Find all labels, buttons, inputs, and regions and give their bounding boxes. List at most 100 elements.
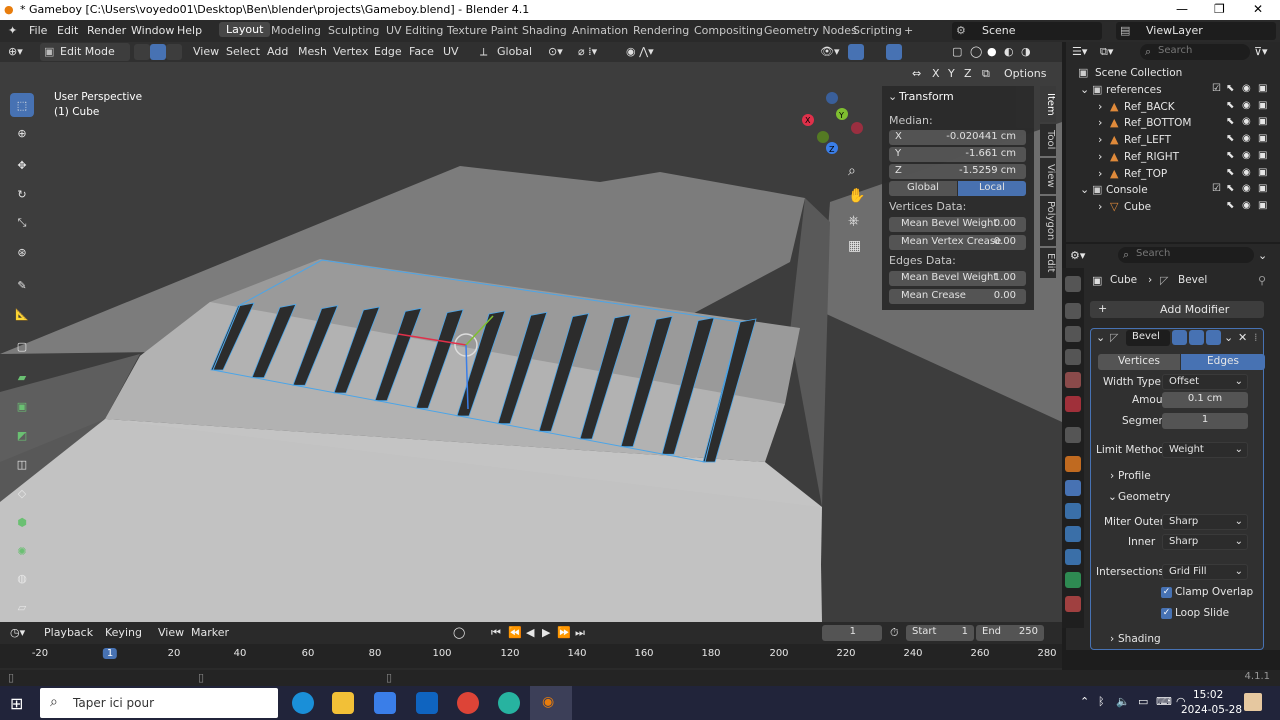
transform-panel-title[interactable]: Transform (899, 90, 954, 103)
add-cube-tool-icon[interactable]: ▢ (10, 334, 34, 358)
miter-outer-select[interactable]: Sharp ⌄ (1162, 514, 1248, 530)
select-arrow-icon[interactable]: ⬉ (1226, 200, 1234, 211)
menu-window[interactable]: Window (131, 24, 174, 37)
jump-end-icon[interactable]: ⏭ (575, 626, 585, 640)
scene-selector[interactable]: ⚙ Scene (952, 22, 1102, 40)
edge-dev-icon[interactable] (498, 692, 520, 714)
expand-chevron-icon[interactable]: › (1098, 100, 1102, 113)
menu-timeline-view[interactable]: View (158, 626, 184, 639)
knife-tool-icon[interactable]: ◇ (10, 481, 34, 505)
modifier-tab-icon[interactable] (1065, 480, 1081, 496)
spin-tool-icon[interactable]: ✺ (10, 539, 34, 563)
tab-geometry-nodes[interactable]: Geometry Nodes (764, 24, 857, 37)
orientation-selector[interactable]: Global (497, 45, 532, 58)
tab-texture-paint[interactable]: Texture Paint (447, 24, 518, 37)
eye-icon[interactable]: ◉ (1242, 200, 1251, 211)
menu-mesh[interactable]: Mesh (298, 45, 327, 58)
collection-tab-icon[interactable] (1065, 427, 1081, 443)
inset-tool-icon[interactable]: ▣ (10, 394, 34, 418)
navigation-gizmo[interactable]: Y X Z (796, 92, 868, 164)
view-layer-tab-icon[interactable] (1065, 349, 1081, 365)
record-icon[interactable]: ◯ (453, 626, 465, 639)
material-tab-icon[interactable] (1065, 596, 1081, 612)
median-y-field[interactable]: Y -1.661 cm (889, 147, 1026, 162)
windows-start-icon[interactable]: ⊞ (10, 694, 23, 713)
properties-editor-icon[interactable]: ⚙▾ (1070, 249, 1085, 262)
rendered-shading-icon[interactable]: ◑ (1021, 45, 1031, 58)
next-keyframe-icon[interactable]: ⏩ (557, 626, 571, 639)
particles-tab-icon[interactable] (1065, 503, 1081, 519)
bevel-tool-icon[interactable]: ◩ (10, 423, 34, 447)
play-reverse-icon[interactable]: ◀ (526, 626, 534, 639)
clamp-overlap-checkbox[interactable]: ✓ (1161, 587, 1172, 598)
overlay-toggle-icon[interactable] (886, 44, 902, 60)
expand-chevron-icon[interactable]: › (1098, 150, 1102, 163)
poly-build-tool-icon[interactable]: ⬢ (10, 510, 34, 534)
outliner-row[interactable]: › ▲ Ref_TOP ⬉ ◉ ▣ (1066, 166, 1280, 183)
outliner-row[interactable]: › ▲ Ref_BOTTOM ⬉ ◉ ▣ (1066, 115, 1280, 132)
outliner-search-input[interactable]: ⌕ Search (1140, 44, 1250, 60)
pan-hand-icon[interactable]: ✋ (848, 188, 865, 204)
menu-edit[interactable]: Edit (57, 24, 78, 37)
tab-edit[interactable]: Edit (1040, 248, 1056, 278)
topology-icon[interactable]: ⧉ (982, 67, 990, 81)
width-type-select[interactable]: Offset ⌄ (1162, 374, 1248, 390)
measure-tool-icon[interactable]: 📐 (10, 302, 34, 326)
pivot-icon[interactable]: ⊙▾ (548, 45, 563, 58)
median-z-field[interactable]: Z -1.5259 cm (889, 164, 1026, 179)
checkbox-icon[interactable]: ☑ (1212, 83, 1221, 94)
tray-chevron-icon[interactable]: ⌃ (1080, 695, 1089, 708)
modifier-remove-icon[interactable]: ✕ (1238, 331, 1247, 344)
jump-start-icon[interactable]: ⏮ (491, 626, 501, 640)
geometry-subpanel[interactable]: Geometry (1118, 491, 1170, 503)
camera-icon[interactable]: ▣ (1258, 100, 1267, 111)
visibility-icon[interactable]: 👁▾ (820, 45, 840, 58)
affect-vertices-toggle[interactable]: Vertices (1098, 354, 1180, 370)
options-dropdown[interactable]: Options (1004, 67, 1046, 80)
outliner-row[interactable]: ⌄ ▣ references ☑ ⬉ ◉ ▣ (1066, 82, 1280, 99)
limit-method-select[interactable]: Weight ⌄ (1162, 442, 1248, 458)
add-modifier-button[interactable]: + Add Modifier (1090, 301, 1264, 318)
store-icon[interactable] (374, 692, 396, 714)
tab-compositing[interactable]: Compositing (694, 24, 763, 37)
camera-icon[interactable]: ▣ (1258, 116, 1267, 127)
menu-marker[interactable]: Marker (191, 626, 229, 639)
view-layer-selector[interactable]: ▤ ViewLayer (1116, 22, 1276, 40)
modifier-name-field[interactable]: Bevel (1126, 330, 1170, 346)
profile-chevron-icon[interactable]: › (1110, 470, 1114, 482)
drag-handle-icon[interactable]: ⁞ (1254, 331, 1258, 344)
output-tab-icon[interactable] (1065, 326, 1081, 342)
tool-tab-icon[interactable] (1065, 276, 1081, 292)
eye-icon[interactable]: ◉ (1242, 183, 1251, 194)
transform-panel-chevron-icon[interactable]: ⌄ (888, 90, 897, 103)
maximize-button[interactable]: ❐ (1214, 2, 1225, 16)
camera-icon[interactable]: ▣ (1258, 133, 1267, 144)
gizmo-toggle-icon[interactable] (848, 44, 864, 60)
render-tab-icon[interactable] (1065, 303, 1081, 319)
play-icon[interactable]: ▶ (542, 626, 550, 639)
menu-edge[interactable]: Edge (374, 45, 402, 58)
rotate-tool-icon[interactable]: ↻ (10, 182, 34, 206)
camera-icon[interactable]: ▣ (1258, 150, 1267, 161)
notification-icon[interactable] (1244, 693, 1262, 711)
scene-collection-row[interactable]: ▣ Scene Collection (1066, 65, 1280, 82)
outliner-row[interactable]: › ▽ Cube ⬉ ◉ ▣ (1066, 199, 1280, 216)
pin-icon[interactable]: ⚲ (1258, 274, 1266, 287)
proportional-icon[interactable]: ◉ ⋀▾ (626, 45, 654, 58)
outlook-icon[interactable] (416, 692, 438, 714)
menu-help[interactable]: Help (177, 24, 202, 37)
local-toggle[interactable]: Local (958, 181, 1026, 196)
tab-rendering[interactable]: Rendering (633, 24, 689, 37)
menu-uv[interactable]: UV (443, 45, 459, 58)
bluetooth-icon[interactable]: ᛒ (1098, 695, 1105, 708)
cursor-tool-icon[interactable]: ⊕ (10, 121, 34, 145)
face-select-icon[interactable] (166, 44, 182, 60)
select-arrow-icon[interactable]: ⬉ (1226, 100, 1234, 111)
wireframe-shading-icon[interactable]: ◯ (970, 45, 982, 58)
tab-modeling[interactable]: Modeling (271, 24, 321, 37)
stopwatch-icon[interactable]: ⏱ (890, 626, 899, 640)
loop-cut-tool-icon[interactable]: ◫ (10, 452, 34, 476)
eye-icon[interactable]: ◉ (1242, 83, 1251, 94)
solid-shading-icon[interactable]: ● (987, 45, 997, 58)
tab-tool[interactable]: Tool (1040, 124, 1056, 156)
